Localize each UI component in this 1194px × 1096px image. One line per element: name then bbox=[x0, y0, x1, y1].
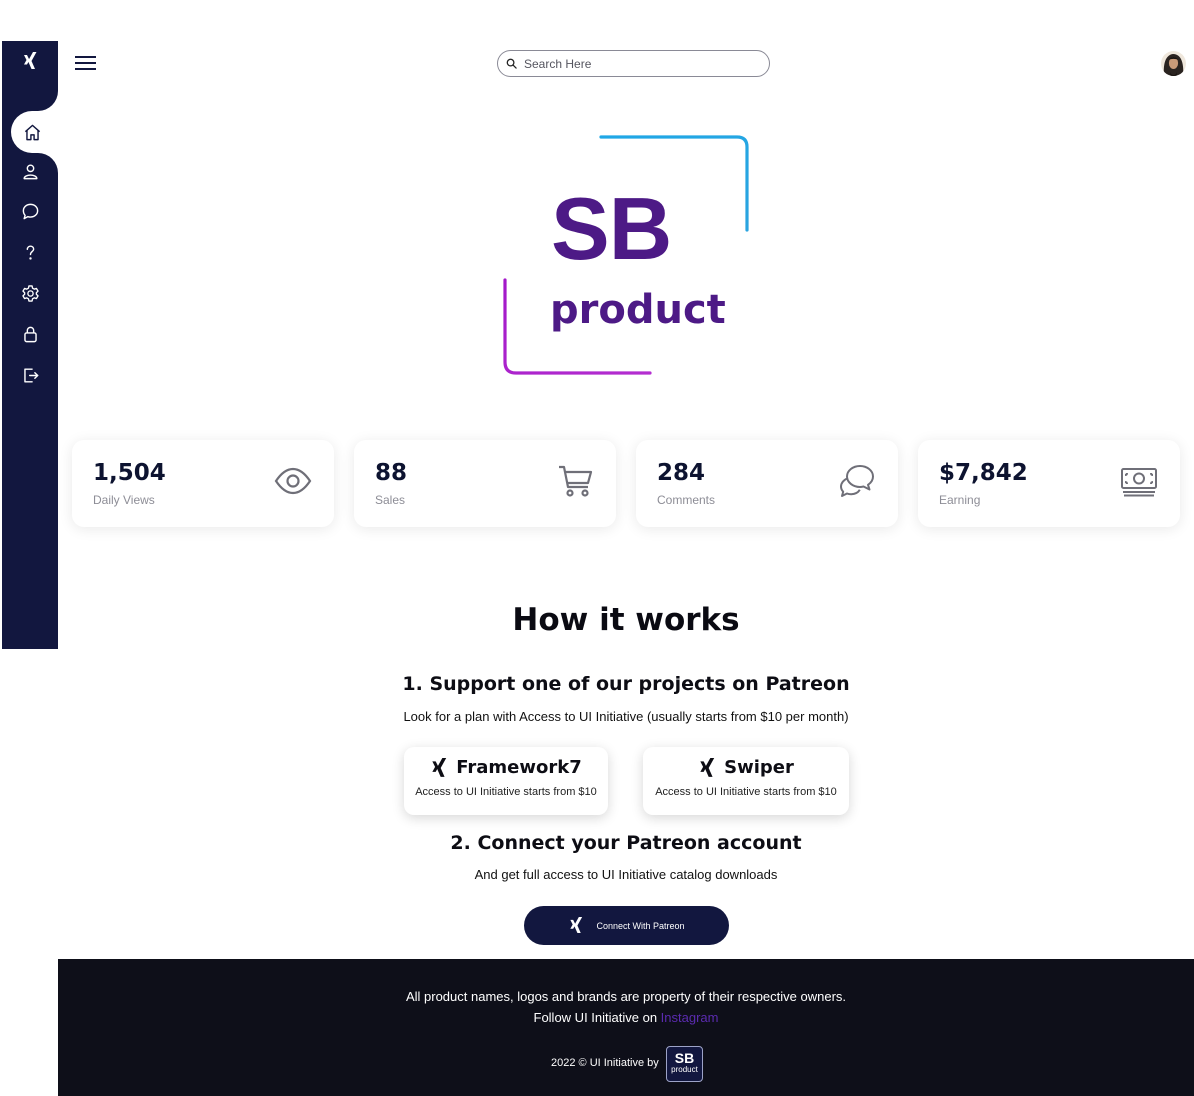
stat-value: 1,504 bbox=[93, 460, 166, 486]
menu-button[interactable] bbox=[75, 54, 97, 72]
stat-card-comments: 284 Comments bbox=[636, 440, 898, 527]
avatar-image bbox=[1161, 51, 1186, 76]
project-card-swiper[interactable]: Swiper Access to UI Initiative starts fr… bbox=[643, 747, 849, 815]
footer-logo-subtext: product bbox=[671, 1065, 698, 1074]
stat-value: 284 bbox=[657, 460, 706, 486]
project-card-framework7[interactable]: Framework7 Access to UI Initiative start… bbox=[404, 747, 608, 815]
home-icon bbox=[24, 124, 41, 140]
sidebar-item-profile[interactable] bbox=[2, 153, 58, 189]
help-icon bbox=[26, 244, 34, 260]
avatar[interactable] bbox=[1161, 51, 1186, 76]
project-name: Framework7 bbox=[456, 757, 582, 778]
xing-logo-icon bbox=[432, 758, 447, 777]
hero-logo-subtext: product bbox=[550, 287, 726, 333]
sidebar-logo[interactable] bbox=[2, 49, 58, 73]
money-icon bbox=[1121, 468, 1157, 497]
user-icon bbox=[22, 163, 38, 179]
project-name: Swiper bbox=[724, 757, 794, 778]
step1-text: Look for a plan with Access to UI Initia… bbox=[403, 709, 849, 724]
search-bar[interactable] bbox=[497, 50, 770, 77]
comments-icon bbox=[840, 465, 874, 497]
xing-logo-icon bbox=[700, 758, 715, 777]
project-description: Access to UI Initiative starts from $10 bbox=[415, 786, 597, 798]
footer-disclaimer: All product names, logos and brands are … bbox=[405, 989, 847, 1004]
stat-value: 88 bbox=[375, 460, 408, 486]
step2-title: 2. Connect your Patreon account bbox=[450, 832, 802, 854]
sidebar bbox=[2, 41, 58, 649]
footer-credit: 2022 © UI Initiative by bbox=[551, 1057, 659, 1069]
how-it-works-title: How it works bbox=[512, 602, 740, 638]
search-input[interactable] bbox=[524, 56, 744, 71]
hero-logo-text: SB bbox=[551, 179, 672, 278]
cart-icon bbox=[559, 465, 593, 497]
hero-logo: SB product bbox=[495, 130, 755, 380]
stat-card-earning: $7,842 Earning bbox=[918, 440, 1180, 527]
connect-patreon-button[interactable]: Connect With Patreon bbox=[524, 906, 729, 945]
logout-icon bbox=[23, 367, 38, 383]
xing-logo-icon bbox=[570, 917, 583, 934]
footer-logo[interactable]: SB product bbox=[666, 1046, 703, 1082]
sidebar-item-home[interactable] bbox=[11, 111, 58, 153]
connect-patreon-label: Connect With Patreon bbox=[596, 920, 685, 931]
stat-card-daily-views: 1,504 Daily Views bbox=[72, 440, 334, 527]
sidebar-item-lock[interactable] bbox=[2, 316, 58, 352]
hamburger-icon-line bbox=[75, 62, 96, 64]
stat-card-sales: 88 Sales bbox=[354, 440, 616, 527]
stat-value: $7,842 bbox=[939, 460, 1028, 486]
stat-label: Daily Views bbox=[93, 493, 155, 507]
footer-follow-text: Follow UI Initiative on bbox=[533, 1010, 661, 1025]
project-description: Access to UI Initiative starts from $10 bbox=[655, 786, 837, 798]
footer-follow: Follow UI Initiative on Instagram bbox=[58, 1010, 1194, 1025]
sidebar-item-logout[interactable] bbox=[2, 357, 58, 393]
chat-icon bbox=[22, 203, 38, 219]
sidebar-item-messages[interactable] bbox=[2, 193, 58, 229]
step2-text: And get full access to UI Initiative cat… bbox=[474, 867, 778, 882]
step1-title: 1. Support one of our projects on Patreo… bbox=[402, 673, 850, 695]
instagram-link[interactable]: Instagram bbox=[661, 1010, 719, 1025]
footer: All product names, logos and brands are … bbox=[58, 959, 1194, 1096]
stat-label: Sales bbox=[375, 493, 406, 507]
hamburger-icon-line bbox=[75, 68, 96, 70]
sidebar-item-settings[interactable] bbox=[2, 275, 58, 311]
sidebar-item-help[interactable] bbox=[2, 234, 58, 270]
eye-icon bbox=[274, 467, 312, 495]
search-icon bbox=[506, 58, 517, 69]
xing-logo-icon bbox=[24, 52, 37, 69]
footer-logo-text: SB bbox=[674, 1050, 695, 1066]
hamburger-icon bbox=[75, 56, 96, 58]
lock-icon bbox=[23, 326, 37, 342]
sidebar-active-curve-top bbox=[38, 91, 58, 111]
stat-label: Earning bbox=[939, 493, 981, 507]
settings-icon bbox=[21, 284, 39, 302]
stat-label: Comments bbox=[657, 493, 716, 507]
